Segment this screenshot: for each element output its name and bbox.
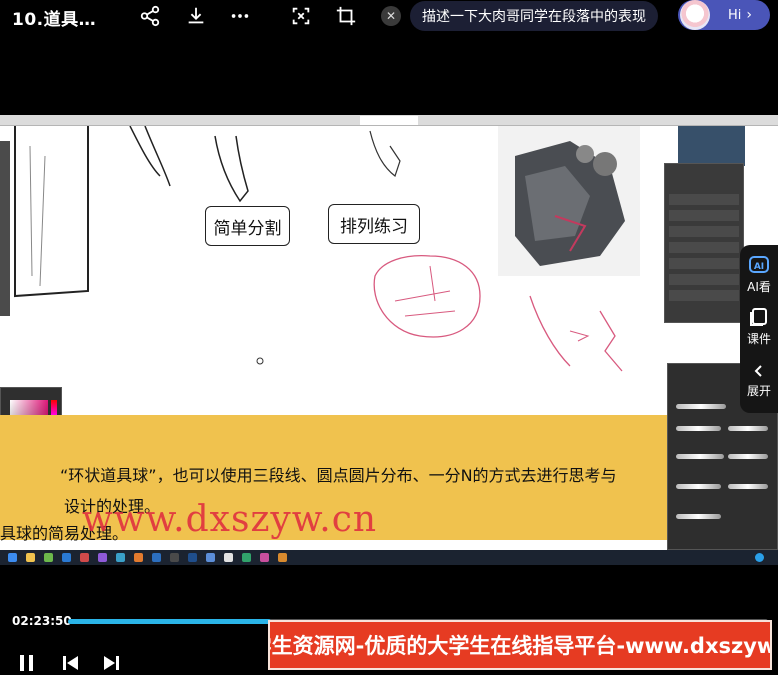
progress-fill bbox=[68, 619, 271, 624]
app-icon bbox=[170, 553, 179, 562]
ai-view-button[interactable]: AI AI看 bbox=[740, 255, 778, 295]
layers-panel bbox=[664, 163, 744, 323]
layer-row bbox=[669, 242, 739, 253]
chevron-right-icon: › bbox=[746, 7, 752, 23]
skip-forward-icon bbox=[104, 656, 119, 670]
top-bar: 10.道具… ✕ 描述一下大肉哥同学在段落中的表现 Hi › bbox=[0, 0, 778, 32]
app-titlebar bbox=[0, 115, 778, 126]
layer-row bbox=[669, 226, 739, 237]
hi-label: Hi bbox=[728, 7, 742, 23]
chevron-left-icon bbox=[754, 365, 762, 377]
app-icon bbox=[206, 553, 215, 562]
notification-icon bbox=[755, 553, 764, 562]
os-taskbar bbox=[0, 550, 778, 565]
layer-row bbox=[669, 210, 739, 221]
document-tab bbox=[360, 116, 418, 125]
skip-back-icon bbox=[63, 656, 78, 670]
current-time: 02:23:50 bbox=[12, 614, 72, 628]
ask-ai-prompt-text: 描述一下大肉哥同学在段落中的表现 bbox=[422, 9, 646, 25]
app-icon bbox=[116, 553, 125, 562]
video-title: 10.道具… bbox=[12, 10, 97, 30]
next-button[interactable] bbox=[100, 652, 122, 674]
app-icon bbox=[44, 553, 53, 562]
brush-stroke bbox=[728, 454, 768, 459]
crop-icon[interactable] bbox=[334, 4, 358, 28]
app-icon bbox=[62, 553, 71, 562]
brush-stroke bbox=[728, 484, 768, 489]
svg-text:AI: AI bbox=[754, 262, 764, 272]
pause-button[interactable] bbox=[16, 652, 38, 674]
courseware-icon bbox=[750, 308, 767, 326]
app-icon bbox=[224, 553, 233, 562]
app-icon bbox=[260, 553, 269, 562]
promo-banner[interactable]: 大学生资源网-优质的大学生在线指导平台-www.dxszyw.cn bbox=[268, 620, 772, 670]
courseware-button[interactable]: 课件 bbox=[740, 307, 778, 347]
side-float-menu: AI AI看 课件 展开 bbox=[740, 245, 778, 413]
app-icon bbox=[80, 553, 89, 562]
courseware-label: 课件 bbox=[746, 332, 771, 346]
brush-stroke bbox=[728, 426, 768, 431]
brush-stroke bbox=[676, 514, 721, 519]
brush-stroke bbox=[676, 426, 721, 431]
close-ask-icon[interactable]: ✕ bbox=[381, 6, 401, 26]
screenshot-icon[interactable] bbox=[289, 4, 313, 28]
video-player-screen: 10.道具… ✕ 描述一下大肉哥同学在段落中的表现 Hi › 简单分割 排列练习… bbox=[0, 0, 778, 675]
pause-icon bbox=[20, 655, 33, 671]
brush-stroke bbox=[676, 484, 721, 489]
assistant-avatar bbox=[680, 0, 710, 30]
ai-view-label: AI看 bbox=[747, 280, 771, 294]
tools-toolbar bbox=[0, 141, 10, 316]
drawing-canvas: 简单分割 排列练习 bbox=[10, 126, 745, 416]
more-icon[interactable] bbox=[228, 4, 252, 28]
layer-row bbox=[669, 274, 739, 285]
ai-view-icon: AI bbox=[749, 256, 769, 273]
app-icon bbox=[188, 553, 197, 562]
app-icon bbox=[278, 553, 287, 562]
share-icon[interactable] bbox=[138, 4, 162, 28]
brush-stroke bbox=[676, 454, 724, 459]
promo-text: 大学生资源网-优质的大学生在线指导平台-www.dxszyw.cn bbox=[270, 634, 772, 658]
expand-button[interactable]: 展开 bbox=[740, 363, 778, 399]
app-icon bbox=[152, 553, 161, 562]
app-icon bbox=[134, 553, 143, 562]
expand-label: 展开 bbox=[746, 384, 771, 398]
label-simple-split: 简单分割 bbox=[205, 206, 290, 246]
layer-row bbox=[669, 258, 739, 269]
video-frame[interactable]: 简单分割 排列练习 “环状道具球”，也可以使用三段线、圆点圆片分布、一分N的方式… bbox=[0, 115, 778, 565]
start-icon bbox=[8, 553, 17, 562]
ask-ai-prompt[interactable]: 描述一下大肉哥同学在段落中的表现 bbox=[410, 1, 658, 31]
watermark: www.dxszyw.cn bbox=[82, 499, 378, 540]
layer-row bbox=[669, 290, 739, 301]
app-icon bbox=[242, 553, 251, 562]
app-icon bbox=[98, 553, 107, 562]
label-arrange-practice: 排列练习 bbox=[328, 204, 420, 244]
ai-assistant-button[interactable]: Hi › bbox=[678, 0, 770, 30]
previous-button[interactable] bbox=[60, 652, 82, 674]
app-icon bbox=[26, 553, 35, 562]
brush-stroke bbox=[676, 404, 726, 409]
caption-line-1: “环状道具球”，也可以使用三段线、圆点圆片分布、一分N的方式去进行思考与 bbox=[60, 466, 617, 485]
download-icon[interactable] bbox=[184, 4, 208, 28]
layer-row bbox=[669, 194, 739, 205]
